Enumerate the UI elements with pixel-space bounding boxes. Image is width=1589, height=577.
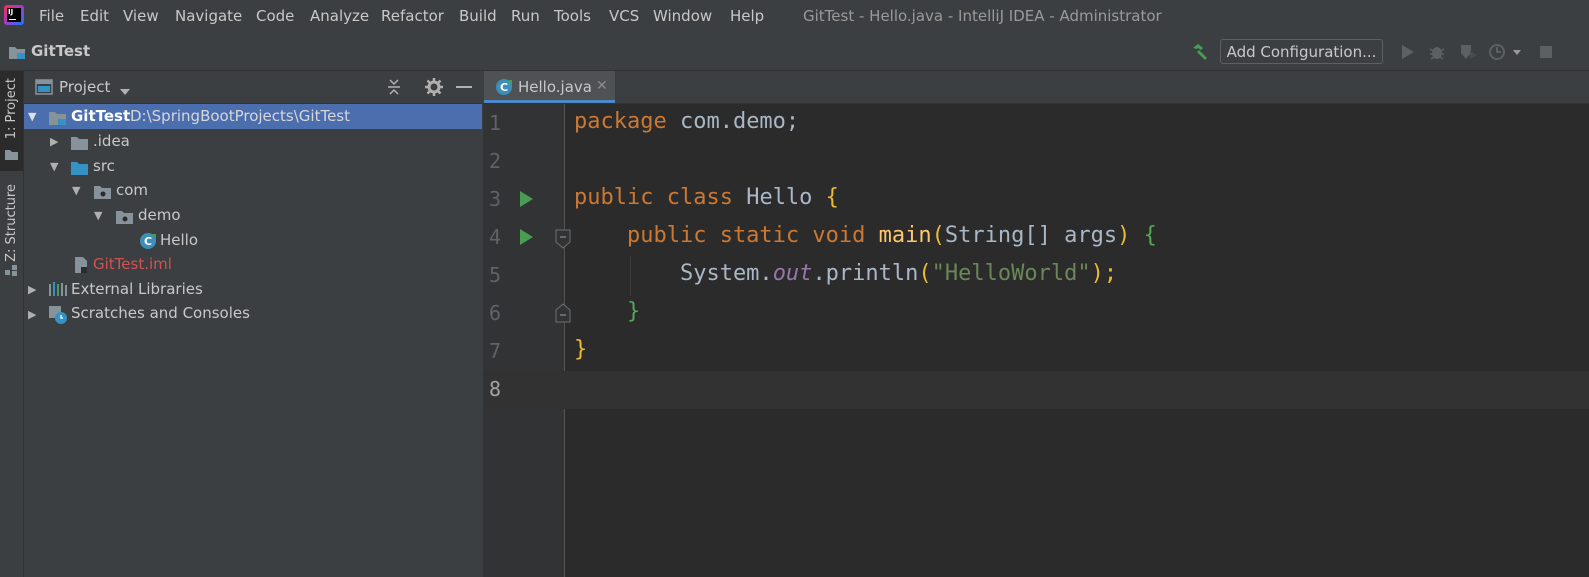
java-class-icon: C: [495, 78, 513, 100]
svg-text:C: C: [144, 235, 152, 248]
debug-icon[interactable]: [1428, 43, 1446, 65]
add-configuration-button[interactable]: Add Configuration...: [1220, 39, 1383, 64]
line-number: 1: [489, 111, 502, 135]
fold-collapse-icon[interactable]: [555, 229, 571, 253]
run-class-icon[interactable]: [520, 191, 533, 207]
breadcrumb-project[interactable]: GitTest: [31, 42, 90, 60]
profile-icon[interactable]: [1488, 43, 1508, 65]
tab-label[interactable]: Hello.java: [518, 78, 592, 96]
menu-view[interactable]: View: [123, 7, 159, 25]
chevron-down-icon[interactable]: ▼: [94, 209, 102, 222]
tree-item-scratches-and-consoles[interactable]: Scratches and Consoles: [71, 304, 250, 322]
code-line-6: }: [574, 299, 641, 324]
tool-tab-project-label[interactable]: 1: Project: [4, 78, 19, 139]
chevron-right-icon[interactable]: ▶: [50, 135, 58, 148]
collapse-all-icon[interactable]: [385, 77, 403, 101]
menu-window[interactable]: Window: [653, 7, 712, 25]
menu-code[interactable]: Code: [256, 7, 294, 25]
project-view-icon: [35, 79, 53, 99]
folder-icon: [70, 135, 90, 155]
run-icon[interactable]: [1400, 43, 1416, 65]
run-with-coverage-icon[interactable]: [1458, 43, 1478, 65]
chevron-down-icon[interactable]: ▼: [28, 110, 36, 123]
folder-icon: [4, 146, 19, 165]
chevron-right-icon[interactable]: ▶: [28, 308, 36, 321]
menu-tools[interactable]: Tools: [554, 7, 591, 25]
tool-tab-structure-label[interactable]: Z: Structure: [4, 184, 19, 262]
chevron-down-icon[interactable]: ▼: [50, 160, 58, 173]
code-line-4: public static void main(String[] args) {: [574, 223, 1157, 248]
code-line-3: public class Hello {: [574, 185, 839, 210]
menu-build[interactable]: Build: [459, 7, 497, 25]
intellij-logo-icon: IJ: [4, 5, 24, 25]
tree-item-gittest[interactable]: GitTest: [71, 107, 130, 125]
menu-run[interactable]: Run: [511, 7, 540, 25]
close-icon[interactable]: ✕: [596, 78, 608, 94]
gear-icon[interactable]: [424, 77, 444, 101]
hide-panel-icon[interactable]: [456, 86, 472, 88]
line-number: 6: [489, 301, 502, 325]
package-icon: [115, 209, 135, 229]
chevron-right-icon[interactable]: ▶: [28, 283, 36, 296]
module-folder-icon: [48, 110, 68, 130]
menu-analyze[interactable]: Analyze: [310, 7, 369, 25]
stop-icon[interactable]: [1538, 43, 1554, 65]
tree-item-external-libraries[interactable]: External Libraries: [71, 280, 203, 298]
code-line-7: }: [574, 337, 588, 362]
line-number: 3: [489, 187, 502, 211]
menu-edit[interactable]: Edit: [80, 7, 109, 25]
source-folder-icon: [70, 160, 90, 180]
tree-item-gittest-path: D:\SpringBootProjects\GitTest: [130, 107, 350, 125]
line-number: 5: [489, 263, 502, 287]
tree-item-src[interactable]: src: [93, 157, 115, 175]
editor-tab-bar: [483, 71, 1589, 104]
scratches-icon: [48, 305, 68, 329]
line-number: 4: [489, 225, 502, 249]
menu-refactor[interactable]: Refactor: [381, 7, 444, 25]
tree-item-hello[interactable]: Hello: [160, 231, 198, 249]
code-editor[interactable]: [565, 104, 1589, 577]
project-folder-icon: [8, 44, 26, 64]
code-line-1: package com.demo;: [574, 109, 800, 134]
line-number: 7: [489, 339, 502, 363]
build-hammer-icon[interactable]: [1190, 42, 1210, 66]
tree-item-demo[interactable]: demo: [138, 206, 181, 224]
chevron-down-icon[interactable]: ▼: [72, 184, 80, 197]
menu-navigate[interactable]: Navigate: [175, 7, 242, 25]
tree-item-com[interactable]: com: [116, 181, 148, 199]
tree-item-gittest-iml[interactable]: GitTest.iml: [93, 255, 172, 273]
project-panel-title[interactable]: Project: [59, 78, 110, 96]
menu-help[interactable]: Help: [730, 7, 764, 25]
java-class-icon: C: [139, 232, 157, 254]
iml-file-icon: [73, 256, 89, 278]
svg-text:C: C: [500, 81, 508, 94]
chevron-down-icon[interactable]: [1512, 43, 1522, 65]
chevron-down-icon[interactable]: [119, 82, 131, 101]
package-icon: [93, 184, 113, 204]
structure-icon: [4, 262, 18, 281]
menu-file[interactable]: File: [39, 7, 64, 25]
window-title: GitTest - Hello.java - IntelliJ IDEA - A…: [803, 7, 1162, 25]
fold-end-icon[interactable]: [555, 303, 571, 327]
caret-row-highlight: [483, 371, 1589, 409]
tree-item-idea[interactable]: .idea: [93, 132, 130, 150]
menu-vcs[interactable]: VCS: [609, 7, 639, 25]
code-line-5: System.out.println("HelloWorld");: [574, 261, 1118, 286]
line-number: 8: [489, 377, 502, 401]
run-main-icon[interactable]: [520, 229, 533, 245]
line-number: 2: [489, 149, 502, 173]
libraries-icon: [48, 281, 68, 301]
